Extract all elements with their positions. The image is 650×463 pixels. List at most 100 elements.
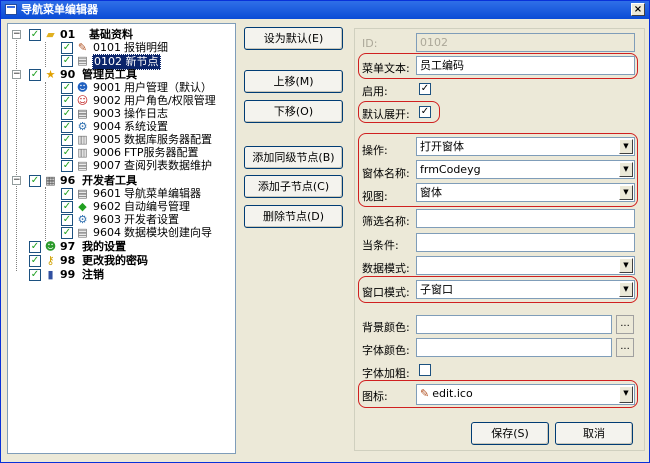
- form-name-select[interactable]: frmCodeyg ▼: [416, 160, 635, 179]
- tree-node-01[interactable]: − ✓ ▰ 01 基础资料: [8, 28, 233, 42]
- node-checkbox[interactable]: ✓: [29, 29, 41, 41]
- move-down-button[interactable]: 下移(O): [244, 100, 343, 123]
- dropdown-arrow-icon[interactable]: ▼: [619, 258, 633, 273]
- tree-node-98[interactable]: ✓ ⚷ 98 更改我的密码: [8, 254, 233, 268]
- tree-node-9601[interactable]: ✓ ▤ 9601 导航菜单编辑器: [8, 187, 233, 201]
- default-expand-checkbox[interactable]: ✓: [419, 106, 431, 118]
- dropdown-arrow-icon[interactable]: ▼: [619, 386, 633, 403]
- close-button[interactable]: ×: [631, 3, 645, 16]
- node-checkbox[interactable]: ✓: [61, 42, 73, 54]
- tree-node-9001[interactable]: ✓ ☻ 9001 用户管理（默认）: [8, 81, 233, 95]
- data-mode-select[interactable]: ▼: [416, 256, 635, 275]
- node-code: 90: [60, 68, 76, 81]
- node-code: 98: [60, 254, 76, 267]
- node-code: 97: [60, 240, 76, 253]
- tree-node-97[interactable]: ✓ ☻ 97 我的设置: [8, 240, 233, 254]
- cancel-button[interactable]: 取消: [555, 422, 633, 445]
- log-icon: ▤: [77, 107, 88, 120]
- menu-tree[interactable]: − ✓ ▰ 01 基础资料 ✓ ✎ 0101 报销明细 ✓ ▤ 0102 新节点…: [7, 23, 236, 454]
- settings-icon: ⚙: [77, 120, 88, 133]
- node-checkbox[interactable]: ✓: [61, 82, 73, 94]
- dropdown-arrow-icon[interactable]: ▼: [619, 282, 633, 297]
- node-checkbox[interactable]: ✓: [29, 175, 41, 187]
- tree-node-9603[interactable]: ✓ ⚙ 9603 开发者设置: [8, 213, 233, 227]
- node-checkbox[interactable]: ✓: [29, 69, 41, 81]
- icon-select[interactable]: ✎ edit.ico ▼: [416, 384, 635, 405]
- node-text: 注销: [82, 268, 104, 281]
- set-default-button[interactable]: 设为默认(E): [244, 27, 343, 50]
- tree-node-96[interactable]: − ✓ ▦ 96 开发者工具: [8, 174, 233, 188]
- node-checkbox[interactable]: ✓: [61, 55, 73, 67]
- delete-node-button[interactable]: 删除节点(D): [244, 205, 343, 228]
- node-text: 数据模块创建向导: [124, 226, 212, 239]
- node-text: 用户角色/权限管理: [124, 94, 216, 107]
- node-text: 数据库服务器配置: [124, 133, 212, 146]
- action-label: 操作:: [362, 144, 388, 157]
- tree-node-9002[interactable]: ✓ ☺ 9002 用户角色/权限管理: [8, 94, 233, 108]
- bg-color-input[interactable]: [416, 315, 612, 334]
- filter-name-input[interactable]: [416, 209, 635, 228]
- save-button[interactable]: 保存(S): [471, 422, 549, 445]
- dropdown-arrow-icon[interactable]: ▼: [619, 139, 633, 154]
- node-code: 9005: [93, 133, 121, 146]
- node-checkbox[interactable]: ✓: [29, 269, 41, 281]
- tree-node-9005[interactable]: ✓ ▥ 9005 数据库服务器配置: [8, 133, 233, 147]
- tree-node-9003[interactable]: ✓ ▤ 9003 操作日志: [8, 107, 233, 121]
- node-checkbox[interactable]: ✓: [61, 134, 73, 146]
- node-checkbox[interactable]: ✓: [61, 214, 73, 226]
- default-expand-label: 默认展开:: [362, 108, 410, 121]
- action-select[interactable]: 打开窗体 ▼: [416, 137, 635, 156]
- edit-pencil-icon: ✎: [420, 387, 430, 400]
- tree-node-99[interactable]: ✓ ▮ 99 注销: [8, 268, 233, 282]
- node-checkbox[interactable]: ✓: [29, 255, 41, 267]
- node-text: 系统设置: [124, 120, 168, 133]
- dropdown-arrow-icon[interactable]: ▼: [619, 185, 633, 200]
- collapse-toggle[interactable]: −: [12, 70, 21, 79]
- tree-node-0102[interactable]: ✓ ▤ 0102 新节点: [8, 54, 233, 70]
- window-mode-select[interactable]: 子窗口 ▼: [416, 280, 635, 299]
- collapse-toggle[interactable]: −: [12, 30, 21, 39]
- node-checkbox[interactable]: ✓: [61, 227, 73, 239]
- node-text: 开发者设置: [124, 213, 179, 226]
- add-sibling-button[interactable]: 添加同级节点(B): [244, 146, 343, 169]
- wizard-icon: ▤: [77, 226, 88, 239]
- window-mode-value: 子窗口: [420, 283, 453, 296]
- tree-node-9006[interactable]: ✓ ▥ 9006 FTP服务器配置: [8, 146, 233, 160]
- font-color-browse-button[interactable]: ...: [616, 338, 634, 357]
- node-text: 管理员工具: [82, 68, 137, 81]
- node-text: 导航菜单编辑器: [124, 187, 201, 200]
- node-code: 01: [60, 28, 76, 41]
- where-input[interactable]: [416, 233, 635, 252]
- view-select[interactable]: 窗体 ▼: [416, 183, 635, 202]
- window-icon: [5, 4, 17, 15]
- bold-checkbox[interactable]: [419, 364, 431, 376]
- node-checkbox[interactable]: ✓: [61, 201, 73, 213]
- tree-node-0101[interactable]: ✓ ✎ 0101 报销明细: [8, 41, 233, 55]
- tree-node-9604[interactable]: ✓ ▤ 9604 数据模块创建向导: [8, 226, 233, 240]
- menu-text-input[interactable]: 员工编码: [416, 56, 635, 75]
- node-checkbox[interactable]: ✓: [61, 95, 73, 107]
- node-text: 更改我的密码: [82, 254, 148, 267]
- tree-node-9007[interactable]: ✓ ▤ 9007 查阅列表数据维护: [8, 159, 233, 173]
- add-child-button[interactable]: 添加子节点(C): [244, 175, 343, 198]
- node-checkbox[interactable]: ✓: [29, 241, 41, 253]
- node-checkbox[interactable]: ✓: [61, 188, 73, 200]
- tree-node-9004[interactable]: ✓ ⚙ 9004 系统设置: [8, 120, 233, 134]
- node-code: 9603: [93, 213, 121, 226]
- font-color-input[interactable]: [416, 338, 612, 357]
- bg-color-browse-button[interactable]: ...: [616, 315, 634, 334]
- tree-node-90[interactable]: − ✓ ★ 90 管理员工具: [8, 68, 233, 82]
- node-checkbox[interactable]: ✓: [61, 147, 73, 159]
- enabled-checkbox[interactable]: ✓: [419, 83, 431, 95]
- node-code: 9004: [93, 120, 121, 133]
- node-checkbox[interactable]: ✓: [61, 160, 73, 172]
- node-checkbox[interactable]: ✓: [61, 121, 73, 133]
- dropdown-arrow-icon[interactable]: ▼: [619, 162, 633, 177]
- icon-value: edit.ico: [432, 387, 473, 400]
- node-checkbox[interactable]: ✓: [61, 108, 73, 120]
- move-up-button[interactable]: 上移(M): [244, 70, 343, 93]
- title-bar: 导航菜单编辑器 ×: [1, 1, 649, 19]
- document-icon: ▤: [77, 159, 88, 172]
- tree-node-9602[interactable]: ✓ ◆ 9602 自动编号管理: [8, 200, 233, 214]
- collapse-toggle[interactable]: −: [12, 176, 21, 185]
